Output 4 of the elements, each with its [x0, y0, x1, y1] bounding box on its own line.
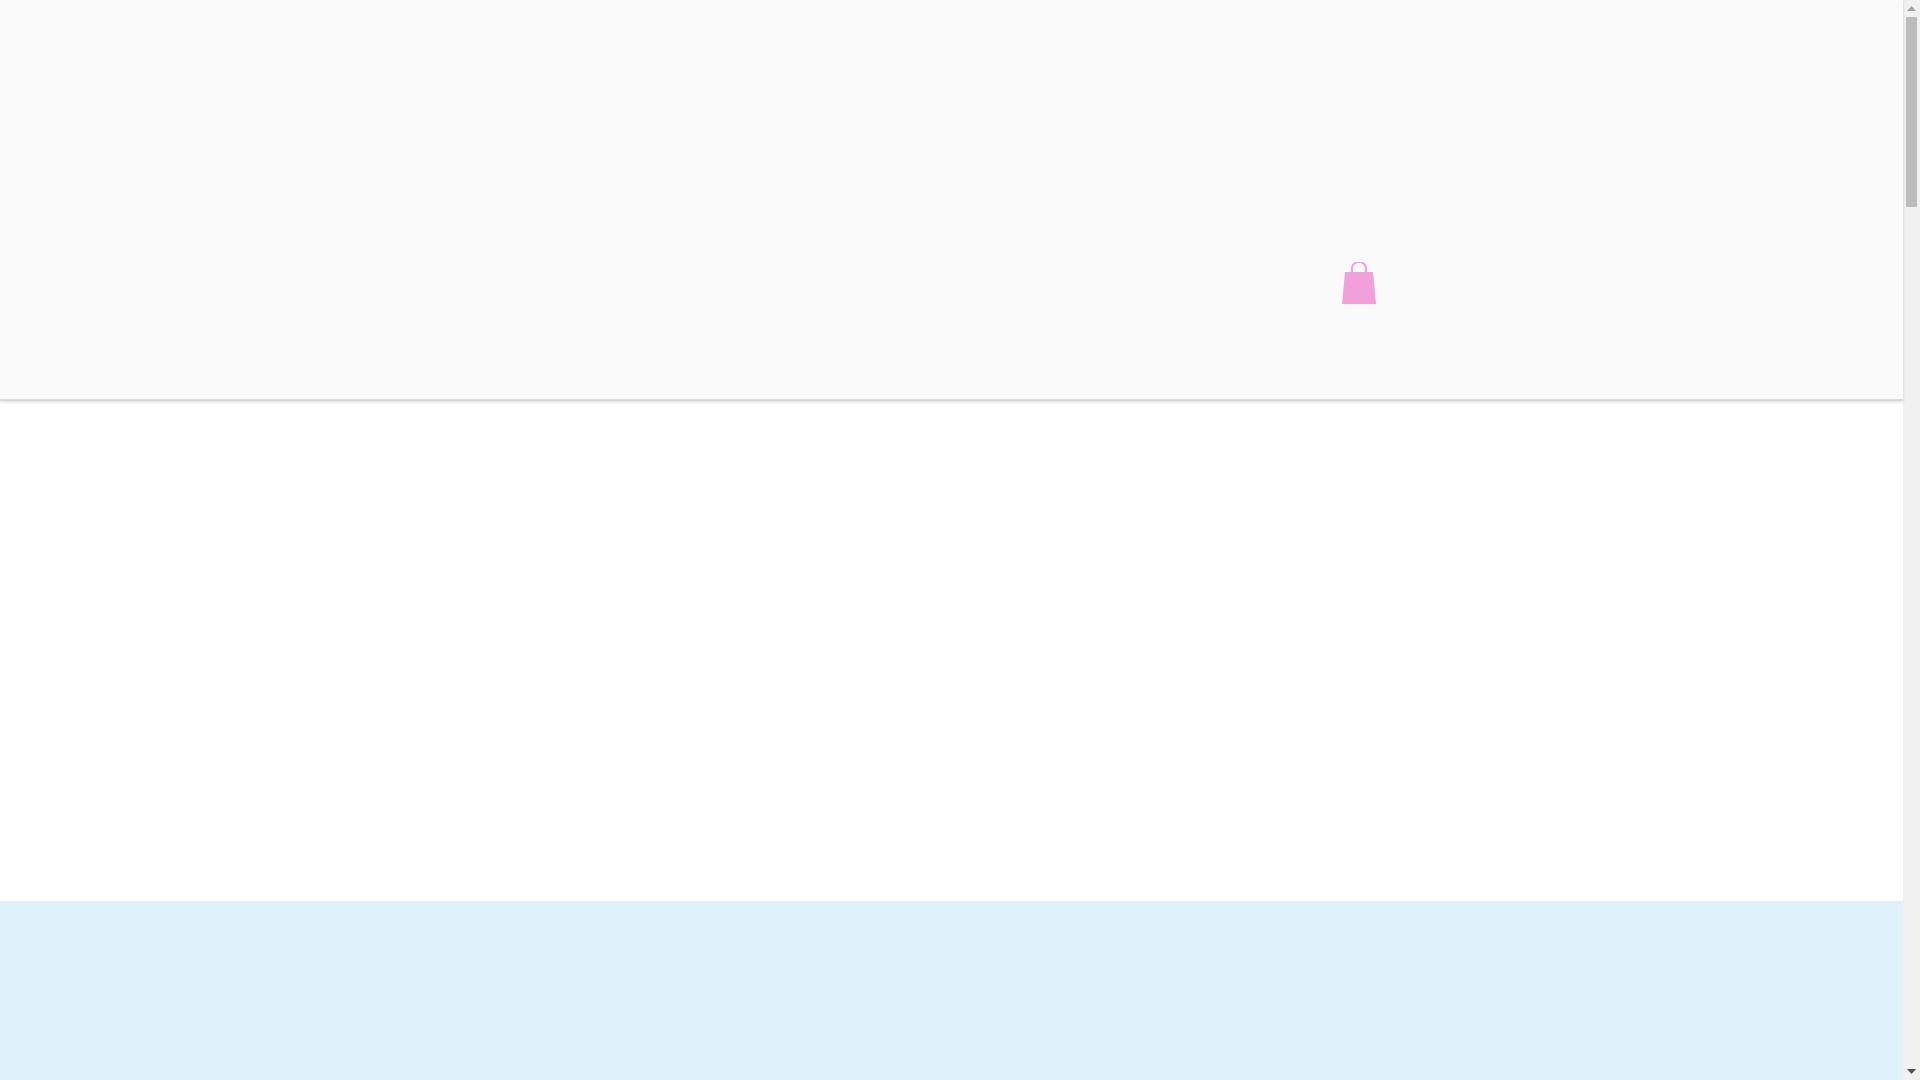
- shopping-bag-icon[interactable]: [1342, 262, 1376, 304]
- scroll-down-arrow-icon[interactable]: [1907, 1069, 1916, 1074]
- scroll-up-arrow-icon[interactable]: [1907, 6, 1916, 11]
- scrollbar-thumb[interactable]: [1906, 17, 1917, 207]
